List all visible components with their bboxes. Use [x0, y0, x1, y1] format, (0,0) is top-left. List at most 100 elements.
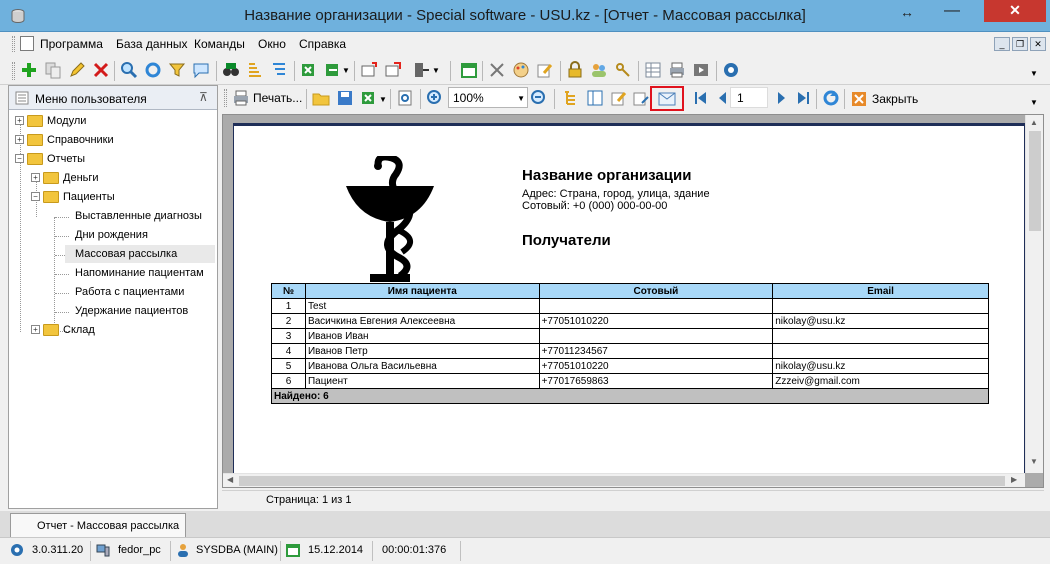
refresh-icon[interactable]: [144, 61, 162, 79]
menu-program[interactable]: Программа: [40, 37, 103, 51]
status-bar: 3.0.311.20 fedor_pc SYSDBA (MAIN) 15.12.…: [0, 537, 1050, 564]
cell-patient-name: Иванова Ольга Васильевна: [304, 358, 540, 374]
zoom-in-icon[interactable]: [426, 89, 444, 107]
expand-icon[interactable]: +: [15, 116, 24, 125]
recipients-title: Получатели: [522, 232, 611, 249]
edit-note-icon[interactable]: [536, 61, 554, 79]
add-icon[interactable]: [20, 61, 38, 79]
palette-icon[interactable]: [512, 61, 530, 79]
first-page-icon[interactable]: [692, 89, 710, 107]
close-report-button[interactable]: Закрыть: [852, 88, 924, 110]
print-label: Печать...: [253, 91, 303, 105]
filter-icon[interactable]: [168, 61, 186, 79]
pin-icon[interactable]: ⊼: [199, 90, 208, 104]
open-window-icon[interactable]: [384, 61, 402, 79]
window-title: Название организации - Special software …: [244, 7, 806, 24]
print-icon[interactable]: [668, 61, 686, 79]
lock-icon[interactable]: [566, 61, 584, 79]
excel-export-icon[interactable]: [300, 61, 318, 79]
collapse-icon[interactable]: −: [31, 192, 40, 201]
report-toolbar: Печать... ▼ 100% ▼ 1 Закрыть ▼: [222, 86, 1042, 112]
open-folder-icon[interactable]: [312, 89, 330, 107]
dropdown-arrow-icon[interactable]: ▼: [432, 66, 440, 75]
document-tabs: Отчет - Массовая рассылка: [0, 511, 1050, 537]
outline-icon[interactable]: [562, 89, 580, 107]
expand-icon[interactable]: +: [31, 325, 40, 334]
cell-patient-name: Васичкина Евгения Алексеевна: [304, 313, 540, 329]
minimize-button[interactable]: —: [938, 0, 966, 26]
table-row: 3 Иванов Иван: [271, 328, 989, 344]
printer-icon: [234, 90, 248, 106]
new-window-icon[interactable]: [360, 61, 378, 79]
menu-commands[interactable]: Команды: [194, 37, 245, 51]
horizontal-scrollbar[interactable]: ◀ ▶: [223, 473, 1025, 487]
exit-icon[interactable]: [412, 61, 430, 79]
cell-patient-name: Test: [304, 298, 540, 314]
scroll-thumb[interactable]: [1029, 131, 1041, 231]
mdi-restore-button[interactable]: ❐: [1012, 37, 1028, 51]
save-icon[interactable]: [336, 89, 354, 107]
binoculars-icon[interactable]: [222, 61, 240, 79]
sort-icon[interactable]: [246, 61, 264, 79]
copy-icon[interactable]: [44, 61, 62, 79]
thumbnails-icon[interactable]: [586, 89, 604, 107]
expand-icon[interactable]: +: [15, 135, 24, 144]
folder-icon: [27, 134, 43, 146]
scroll-up-icon[interactable]: ▲: [1030, 118, 1038, 127]
toolbar-grip[interactable]: [224, 89, 227, 107]
chevron-down-icon[interactable]: ▼: [517, 94, 525, 103]
delete-icon[interactable]: [92, 61, 110, 79]
edit-icon[interactable]: [68, 61, 86, 79]
cell-phone: +77011234567: [538, 343, 774, 359]
menu-help[interactable]: Справка: [299, 37, 346, 51]
keys-icon[interactable]: [614, 61, 632, 79]
table-row: 2 Васичкина Евгения Алексеевна +77051010…: [271, 313, 989, 329]
report-preview[interactable]: Название организации Адрес: Страна, горо…: [222, 114, 1044, 488]
toolbar-grip[interactable]: [12, 62, 15, 80]
scroll-thumb[interactable]: [239, 476, 1005, 486]
toolbar-overflow-icon[interactable]: ▼: [1030, 98, 1038, 107]
tab-mass-mailing-report[interactable]: Отчет - Массовая рассылка: [10, 513, 186, 537]
collapse-icon[interactable]: −: [15, 154, 24, 163]
computer-icon: [96, 544, 110, 557]
watermark-icon[interactable]: [632, 89, 650, 107]
print-button[interactable]: Печать...: [232, 87, 304, 109]
comment-icon[interactable]: [192, 61, 210, 79]
scroll-down-icon[interactable]: ▼: [1030, 457, 1038, 466]
tools-icon[interactable]: [488, 61, 506, 79]
folder-icon: [27, 115, 43, 127]
calendar-icon[interactable]: [460, 61, 478, 79]
mdi-minimize-button[interactable]: _: [994, 37, 1010, 51]
dropdown-arrow-icon[interactable]: ▼: [379, 95, 387, 104]
next-page-icon[interactable]: [772, 89, 790, 107]
zoom-out-icon[interactable]: [530, 89, 548, 107]
close-window-button[interactable]: ✕: [984, 0, 1046, 22]
send-email-button[interactable]: [650, 86, 684, 111]
export-icon[interactable]: [360, 89, 378, 107]
expand-icon[interactable]: +: [31, 173, 40, 182]
toolbar-overflow-icon[interactable]: ▼: [1030, 69, 1038, 78]
resize-icon[interactable]: ↔: [900, 4, 914, 20]
users-icon[interactable]: [590, 61, 608, 79]
dropdown-arrow-icon[interactable]: ▼: [342, 66, 350, 75]
scroll-left-icon[interactable]: ◀: [227, 475, 233, 484]
vertical-scrollbar[interactable]: ▲ ▼: [1025, 115, 1043, 473]
play-icon[interactable]: [692, 61, 710, 79]
mdi-close-button[interactable]: ✕: [1030, 37, 1046, 51]
last-page-icon[interactable]: [794, 89, 812, 107]
info-icon[interactable]: [722, 61, 740, 79]
search-icon[interactable]: [120, 61, 138, 79]
page-number-input[interactable]: 1: [730, 87, 768, 108]
scroll-right-icon[interactable]: ▶: [1011, 475, 1017, 484]
menu-window[interactable]: Окно: [258, 37, 286, 51]
menu-database[interactable]: База данных: [116, 37, 187, 51]
table-row: 5 Иванова Ольга Васильевна +77051010220 …: [271, 358, 989, 374]
excel-import-icon[interactable]: [324, 61, 342, 79]
page-setup-icon[interactable]: [396, 89, 414, 107]
edit-page-icon[interactable]: [610, 89, 628, 107]
toolbar-grip[interactable]: [12, 36, 15, 52]
table-icon[interactable]: [644, 61, 662, 79]
refresh-report-icon[interactable]: [822, 89, 840, 107]
zoom-select[interactable]: 100% ▼: [448, 87, 528, 108]
group-icon[interactable]: [270, 61, 288, 79]
